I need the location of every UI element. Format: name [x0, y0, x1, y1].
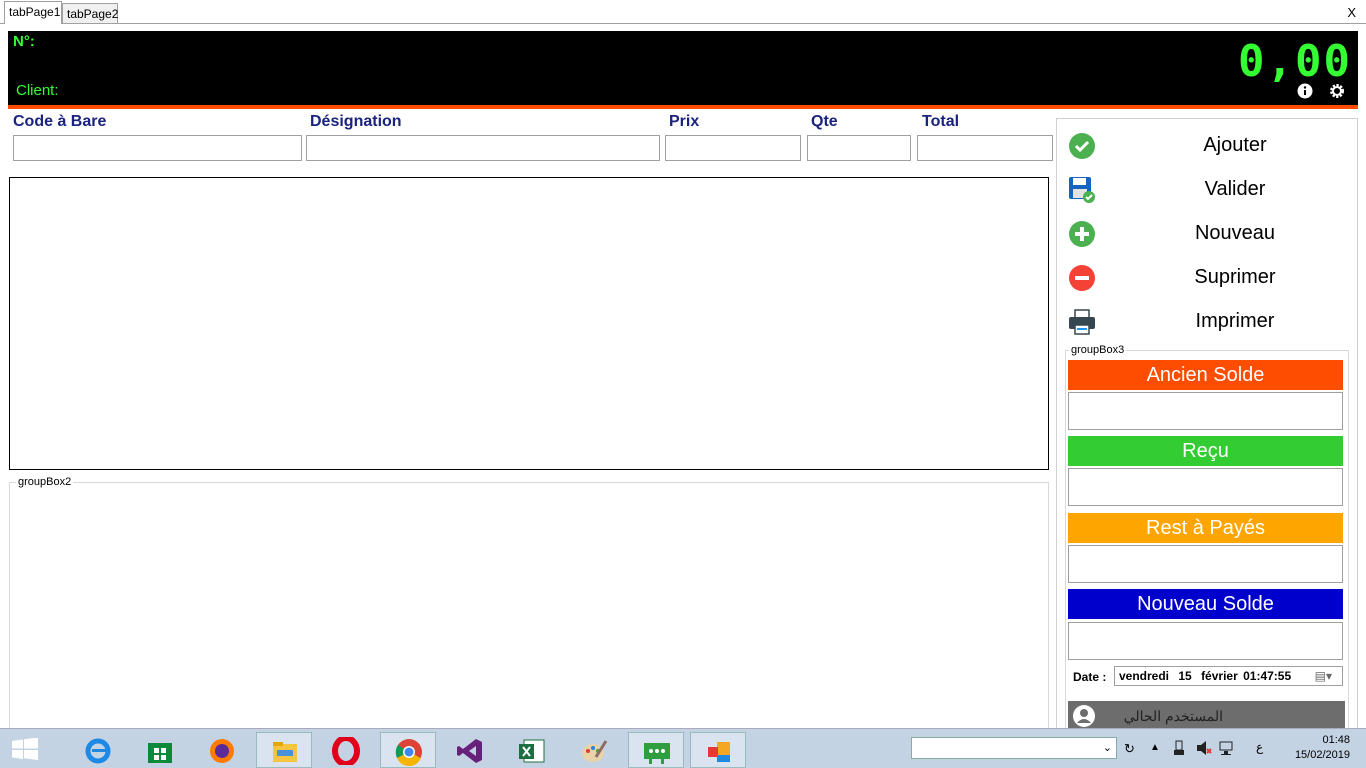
calendar-dropdown-icon[interactable]: ▤▾	[1315, 669, 1332, 683]
tab-strip: tabPage1 tabPage2	[0, 0, 1366, 24]
ie-icon	[85, 738, 111, 764]
taskbar-ie[interactable]	[70, 732, 126, 768]
taskbar-excel[interactable]	[504, 732, 560, 768]
chrome-icon	[395, 739, 422, 766]
clock-time: 01:48	[1322, 734, 1350, 746]
gear-icon[interactable]	[1329, 83, 1345, 99]
windows-start-icon[interactable]	[12, 738, 38, 760]
groupbox2	[9, 482, 1049, 742]
user-icon	[1073, 705, 1095, 727]
refresh-icon[interactable]: ↻	[1124, 741, 1135, 757]
date-day: 15	[1178, 669, 1192, 683]
total-display: 0,00	[1238, 36, 1352, 87]
old-balance-label: Ancien Solde	[1068, 360, 1343, 390]
tab-page1[interactable]: tabPage1	[4, 1, 62, 24]
barcode-input[interactable]	[13, 135, 302, 161]
header-divider	[8, 105, 1358, 109]
volume-muted-icon[interactable]	[1196, 740, 1212, 756]
received-label: Reçu	[1068, 436, 1343, 466]
delete-button[interactable]: Suprimer	[1060, 256, 1350, 296]
invoice-number-label: N°:	[13, 33, 35, 50]
taskbar-current-app[interactable]	[690, 732, 746, 768]
save-icon	[1069, 177, 1095, 203]
taskbar-chrome[interactable]	[380, 732, 436, 768]
tab-page2[interactable]: tabPage2	[62, 3, 118, 23]
items-grid[interactable]	[9, 177, 1049, 470]
remaining-label: Rest à Payés	[1068, 513, 1343, 543]
usb-device-icon[interactable]	[1172, 740, 1186, 756]
taskbar-opera[interactable]	[318, 732, 374, 768]
chevron-down-icon[interactable]: ⌄	[1103, 741, 1112, 754]
price-label: Prix	[669, 113, 700, 130]
groupbox3-label: groupBox3	[1069, 344, 1127, 356]
excel-icon	[519, 739, 545, 763]
chat-app-icon	[644, 743, 670, 764]
language-indicator[interactable]: ع	[1256, 740, 1263, 754]
remaining-input[interactable]	[1068, 545, 1343, 583]
current-user-label: المستخدم الحالي	[1123, 708, 1223, 724]
validate-button-label: Valider	[1204, 178, 1266, 200]
clock-date: 15/02/2019	[1294, 749, 1350, 761]
total-label: Total	[922, 113, 960, 130]
qty-input[interactable]	[807, 135, 911, 161]
date-label: Date :	[1073, 670, 1107, 684]
received-input[interactable]	[1068, 468, 1343, 506]
new-button[interactable]: Nouveau	[1060, 212, 1350, 252]
client-label: Client:	[16, 82, 59, 99]
current-user-bar: المستخدم الحالي	[1068, 701, 1345, 731]
tray-expand-icon[interactable]: ▲	[1150, 742, 1160, 753]
print-button-label: Imprimer	[1195, 310, 1275, 332]
info-icon[interactable]	[1297, 83, 1313, 99]
paint-icon	[582, 740, 608, 762]
date-weekday: vendredi	[1119, 669, 1170, 683]
new-balance-input[interactable]	[1068, 622, 1343, 660]
network-icon[interactable]	[1218, 740, 1236, 756]
minus-circle-icon	[1069, 265, 1095, 291]
opera-icon	[332, 737, 360, 765]
taskbar-store[interactable]	[132, 732, 188, 768]
firefox-icon	[210, 739, 234, 763]
taskbar-visual-studio[interactable]	[442, 732, 498, 768]
printer-icon	[1069, 309, 1095, 335]
old-balance-input[interactable]	[1068, 392, 1343, 430]
taskbar-clock[interactable]: 01:48 15/02/2019	[1286, 733, 1350, 763]
date-month: février	[1201, 669, 1238, 683]
taskbar-explorer[interactable]	[256, 732, 312, 768]
store-icon	[148, 743, 172, 763]
sale-header	[8, 31, 1358, 105]
total-input[interactable]	[917, 135, 1053, 161]
add-button[interactable]: Ajouter	[1060, 124, 1350, 164]
taskbar	[0, 728, 1366, 768]
check-circle-icon	[1069, 133, 1095, 159]
designation-input[interactable]	[306, 135, 660, 161]
date-time: 01:47:55	[1243, 669, 1292, 683]
app-window-icon	[708, 742, 730, 762]
groupbox2-label: groupBox2	[16, 476, 74, 488]
add-button-label: Ajouter	[1203, 134, 1267, 156]
close-button[interactable]: X	[1347, 5, 1356, 20]
taskbar-firefox[interactable]	[194, 732, 250, 768]
print-button[interactable]: Imprimer	[1060, 300, 1350, 340]
new-button-label: Nouveau	[1194, 222, 1276, 244]
price-input[interactable]	[665, 135, 801, 161]
taskbar-paint[interactable]	[566, 732, 622, 768]
designation-label: Désignation	[310, 113, 402, 130]
qty-label: Qte	[811, 113, 838, 130]
delete-button-label: Suprimer	[1194, 266, 1276, 288]
taskbar-address-box[interactable]: ⌄	[911, 737, 1117, 759]
validate-button[interactable]: Valider	[1060, 168, 1350, 208]
date-picker[interactable]: vendredi 15 février 01:47:55 ▤▾	[1114, 666, 1343, 686]
visual-studio-icon	[457, 739, 482, 763]
barcode-label: Code à Bare	[13, 113, 107, 130]
taskbar-app-green[interactable]	[628, 732, 684, 768]
new-balance-label: Nouveau Solde	[1068, 589, 1343, 619]
plus-circle-icon	[1069, 221, 1095, 247]
folder-icon	[273, 742, 297, 762]
